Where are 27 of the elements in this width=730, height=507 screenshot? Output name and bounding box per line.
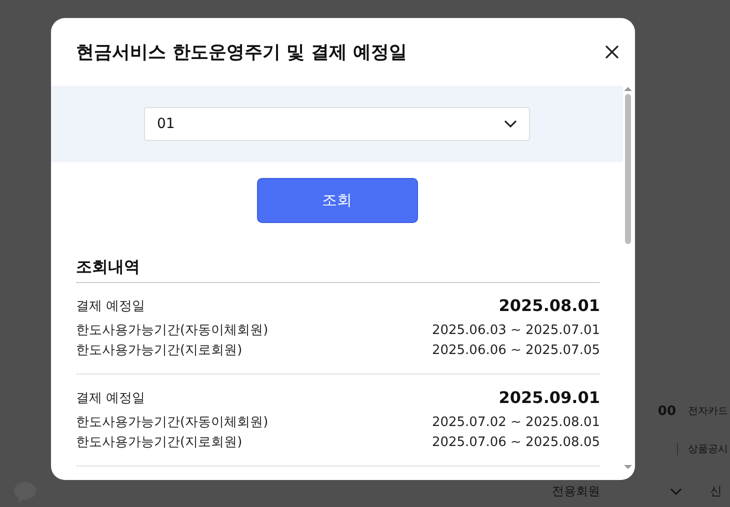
period-label: 한도사용가능기간(지로회원)	[76, 342, 242, 360]
period-label: 한도사용가능기간(자동이체회원)	[76, 322, 268, 340]
family-site-select[interactable]: 전용회원	[552, 483, 682, 500]
period-range: 2025.07.06 ~ 2025.08.05	[432, 434, 600, 452]
section-title: 조회내역	[76, 257, 600, 283]
month-select[interactable]: 01	[144, 107, 530, 141]
scroll-down-arrow-icon[interactable]	[624, 464, 632, 470]
number-text: 00	[658, 404, 676, 418]
payment-date-label: 결제 예정일	[76, 298, 146, 314]
period-range: 2025.07.02 ~ 2025.08.01	[432, 414, 600, 432]
payment-date: 2025.08.01	[498, 296, 600, 315]
modal-title: 현금서비스 한도운영주기 및 결제 예정일	[76, 41, 408, 64]
footer-link[interactable]: 상품공시	[688, 442, 728, 456]
chevron-down-icon	[670, 488, 682, 496]
scroll-up-arrow-icon[interactable]	[624, 86, 632, 92]
period-range: 2025.06.06 ~ 2025.07.05	[432, 342, 600, 360]
period-label: 한도사용가능기간(자동이체회원)	[76, 414, 268, 432]
payment-date: 2025.09.01	[498, 388, 600, 407]
period-label: 한도사용가능기간(지로회원)	[76, 434, 242, 452]
search-button[interactable]: 조회	[256, 178, 418, 223]
close-icon[interactable]	[605, 45, 619, 59]
chevron-down-icon	[504, 120, 517, 128]
payment-date-label: 결제 예정일	[76, 390, 146, 406]
scrollbar[interactable]	[623, 86, 633, 470]
period-range: 2025.06.03 ~ 2025.07.01	[432, 322, 600, 340]
footer-link[interactable]: 전자카드	[688, 404, 728, 418]
footer-link[interactable]: 신	[710, 483, 722, 500]
